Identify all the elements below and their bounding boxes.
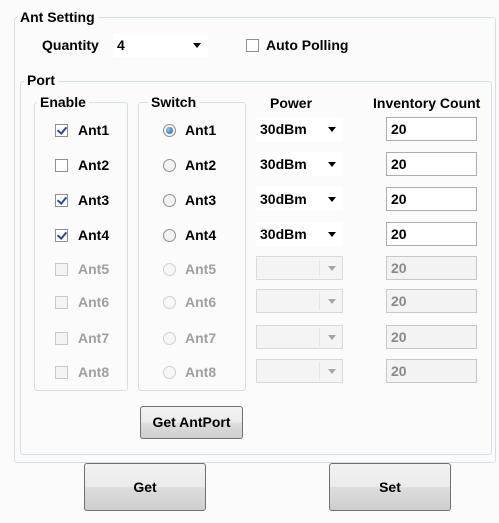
switch-radio[interactable] [163, 296, 176, 309]
enable-header: Enable [37, 94, 89, 110]
inventory-count-input[interactable]: 20 [386, 117, 477, 141]
get-button[interactable]: Get [84, 463, 206, 511]
enable-label: Ant7 [78, 330, 110, 346]
switch-radio[interactable] [163, 263, 176, 276]
switch-label: Ant3 [185, 192, 217, 208]
auto-polling-label: Auto Polling [266, 37, 349, 53]
enable-checkbox[interactable] [55, 124, 68, 137]
inventory-count-input[interactable]: 20 [386, 187, 477, 211]
dropdown-separator [319, 259, 320, 277]
switch-radio[interactable] [163, 194, 176, 207]
get-antport-button[interactable]: Get AntPort [140, 406, 243, 439]
inventory-count-input[interactable]: 20 [386, 222, 477, 246]
auto-polling-checkbox[interactable] [246, 39, 259, 52]
inventory-count-input[interactable]: 20 [386, 256, 477, 280]
enable-checkbox[interactable] [55, 229, 68, 242]
enable-label: Ant1 [78, 122, 110, 138]
inventory-count-input[interactable]: 20 [386, 289, 477, 313]
power-select[interactable] [256, 359, 343, 383]
dropdown-separator [319, 292, 320, 310]
power-select[interactable] [256, 289, 343, 313]
set-button[interactable]: Set [329, 463, 451, 511]
inventory-count-input[interactable]: 20 [386, 325, 477, 349]
inventory-count-input[interactable]: 20 [386, 152, 477, 176]
enable-checkbox[interactable] [55, 332, 68, 345]
enable-label: Ant2 [78, 157, 110, 173]
power-select[interactable] [256, 256, 343, 280]
switch-radio[interactable] [163, 366, 176, 379]
chevron-down-icon [328, 162, 336, 167]
enable-group [34, 102, 128, 391]
dropdown-separator [319, 362, 320, 380]
inventory-count-header: Inventory Count [373, 95, 481, 111]
switch-radio[interactable] [163, 159, 176, 172]
power-select[interactable]: 30dBm [256, 152, 343, 176]
enable-checkbox[interactable] [55, 194, 68, 207]
power-select[interactable]: 30dBm [256, 222, 343, 246]
enable-label: Ant5 [78, 261, 110, 277]
switch-group [138, 102, 246, 391]
switch-label: Ant8 [185, 364, 217, 380]
quantity-select[interactable]: 4 [113, 33, 208, 57]
power-value: 30dBm [260, 191, 307, 207]
quantity-label: Quantity [42, 37, 99, 53]
chevron-down-icon [193, 43, 201, 48]
chevron-down-icon [328, 369, 336, 374]
enable-label: Ant8 [78, 364, 110, 380]
enable-checkbox[interactable] [55, 263, 68, 276]
quantity-value: 4 [117, 37, 125, 53]
enable-checkbox[interactable] [55, 159, 68, 172]
switch-label: Ant7 [185, 330, 217, 346]
power-select[interactable] [256, 325, 343, 349]
chevron-down-icon [328, 266, 336, 271]
power-header: Power [270, 95, 313, 111]
enable-checkbox[interactable] [55, 366, 68, 379]
power-value: 30dBm [260, 156, 307, 172]
switch-label: Ant2 [185, 157, 217, 173]
switch-radio[interactable] [163, 124, 176, 137]
power-select[interactable]: 30dBm [256, 117, 343, 141]
power-value: 30dBm [260, 226, 307, 242]
switch-label: Ant6 [185, 294, 217, 310]
chevron-down-icon [328, 232, 336, 237]
dropdown-separator [319, 328, 320, 346]
chevron-down-icon [328, 299, 336, 304]
enable-label: Ant6 [78, 294, 110, 310]
switch-header: Switch [148, 94, 200, 110]
power-select[interactable]: 30dBm [256, 187, 343, 211]
chevron-down-icon [328, 335, 336, 340]
power-value: 30dBm [260, 121, 307, 137]
inventory-count-input[interactable]: 20 [386, 359, 477, 383]
switch-radio[interactable] [163, 229, 176, 242]
ant-setting-title: Ant Setting [17, 9, 98, 25]
switch-radio[interactable] [163, 332, 176, 345]
enable-checkbox[interactable] [55, 296, 68, 309]
enable-label: Ant3 [78, 192, 110, 208]
chevron-down-icon [328, 127, 336, 132]
switch-label: Ant1 [185, 122, 217, 138]
chevron-down-icon [328, 197, 336, 202]
switch-label: Ant4 [185, 227, 217, 243]
switch-label: Ant5 [185, 261, 217, 277]
enable-label: Ant4 [78, 227, 110, 243]
port-title: Port [24, 72, 58, 88]
